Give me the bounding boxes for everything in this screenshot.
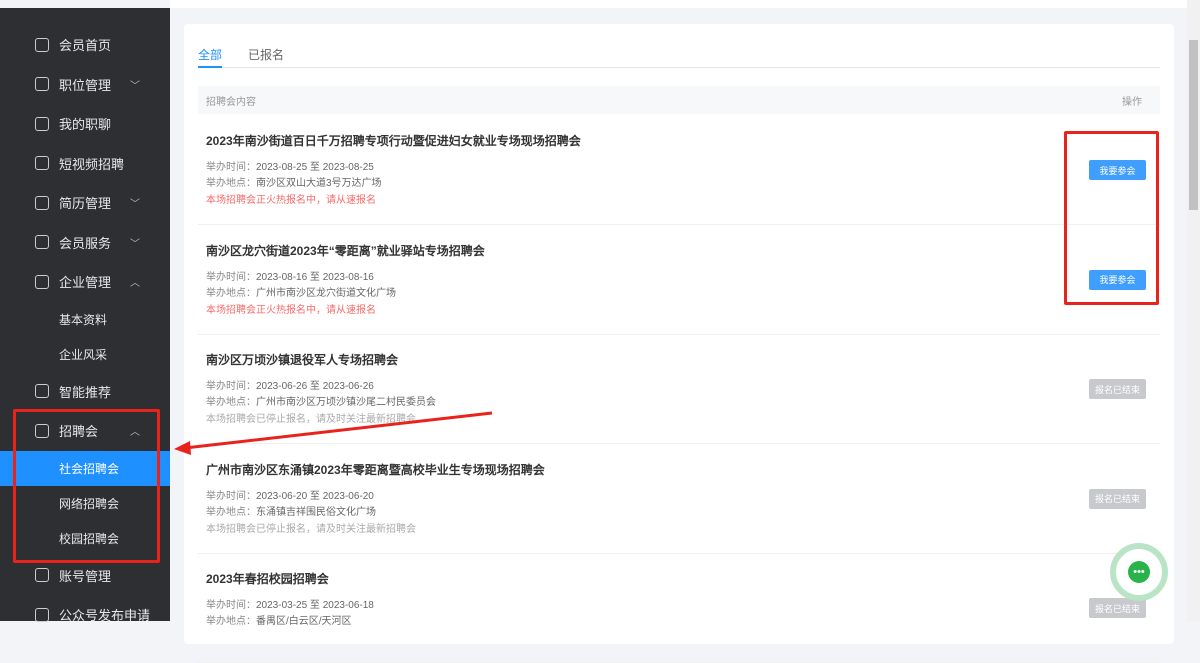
annotation-arrow bbox=[0, 0, 1200, 621]
chat-icon: ••• bbox=[1128, 561, 1150, 583]
chat-button[interactable]: ••• bbox=[1110, 543, 1168, 601]
scrollbar[interactable] bbox=[1187, 0, 1200, 621]
scrollbar-thumb[interactable] bbox=[1189, 40, 1198, 210]
